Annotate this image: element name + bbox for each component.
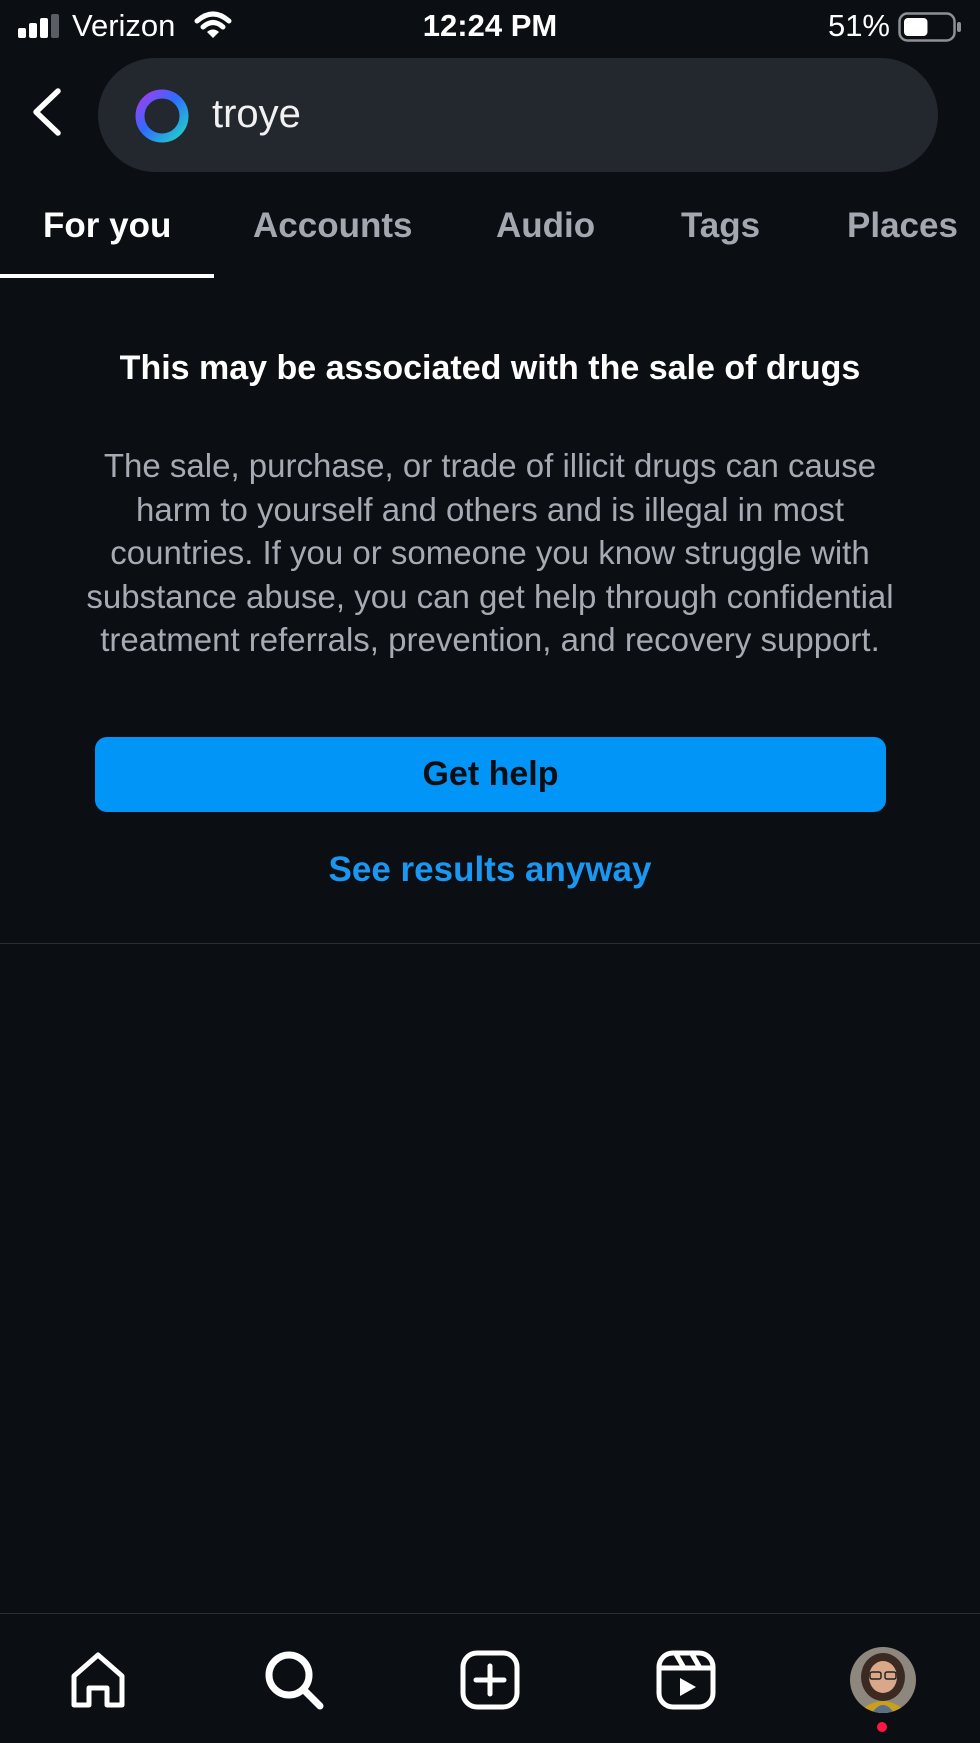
battery-icon	[898, 12, 961, 42]
profile-avatar[interactable]	[850, 1647, 916, 1713]
search-query[interactable]: troye	[212, 92, 301, 137]
nav-search-button[interactable]	[259, 1645, 329, 1715]
status-bar: Verizon 12:24 PM 51%	[0, 0, 980, 56]
tab-audio[interactable]: Audio	[496, 206, 595, 246]
battery-fill	[904, 18, 928, 36]
tab-places[interactable]: Places	[847, 206, 958, 246]
warning-title: This may be associated with the sale of …	[119, 349, 861, 387]
back-button[interactable]	[22, 80, 72, 144]
search-tabs: For you Accounts Audio Tags Places	[0, 196, 980, 280]
bottom-nav-divider	[0, 1613, 980, 1614]
see-results-anyway-link[interactable]: See results anyway	[0, 850, 980, 890]
tab-tags[interactable]: Tags	[681, 206, 760, 246]
get-help-button[interactable]: Get help	[95, 737, 886, 812]
meta-ai-ring-icon	[135, 89, 189, 143]
home-icon	[71, 1652, 125, 1708]
warning-body: The sale, purchase, or trade of illicit …	[86, 447, 894, 659]
nav-reels-button[interactable]	[651, 1645, 721, 1715]
search-icon	[265, 1651, 324, 1710]
nav-home-button[interactable]	[63, 1645, 133, 1715]
tab-accounts[interactable]: Accounts	[253, 206, 412, 246]
active-tab-indicator	[0, 274, 214, 278]
search-results-screen: Verizon 12:24 PM 51% troye For you Accou…	[0, 0, 980, 1743]
tab-for-you[interactable]: For you	[43, 206, 171, 246]
avatar-image	[850, 1647, 916, 1713]
nav-create-button[interactable]	[455, 1645, 525, 1715]
reels-icon	[656, 1650, 716, 1710]
create-post-icon	[460, 1650, 520, 1710]
notification-dot	[877, 1722, 887, 1732]
battery-percentage: 51%	[827, 8, 890, 43]
chevron-left-icon	[33, 88, 61, 136]
section-divider	[0, 943, 980, 944]
